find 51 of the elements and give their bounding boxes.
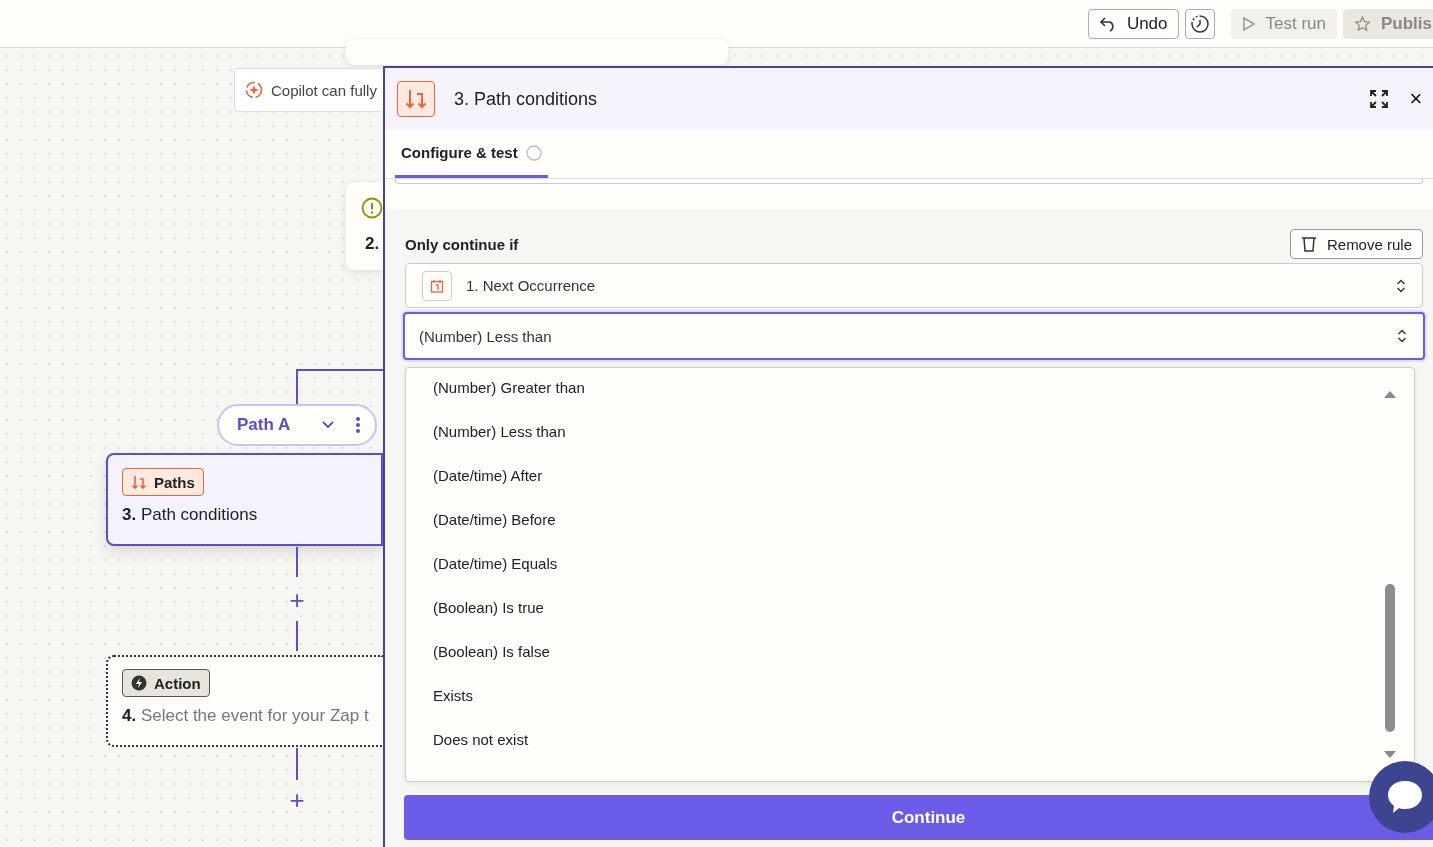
condition-select[interactable]: (Number) Less than bbox=[403, 312, 1425, 360]
sort-icon bbox=[1397, 328, 1407, 344]
scroll-up-icon bbox=[1384, 390, 1396, 398]
trash-icon bbox=[1300, 236, 1317, 252]
continue-button[interactable]: Continue bbox=[404, 795, 1433, 840]
status-circle-icon bbox=[525, 144, 542, 161]
dropdown-option[interactable]: (Date/time) Before bbox=[433, 498, 1414, 542]
tab[interactable]: Configure & test bbox=[395, 130, 548, 178]
dropdown-option[interactable]: (Number) Greater than bbox=[433, 382, 1414, 410]
dropdown-option[interactable]: (Boolean) Is false bbox=[433, 630, 1414, 674]
more-icon bbox=[355, 416, 361, 434]
paths-icon bbox=[131, 474, 147, 490]
chevron-down-icon bbox=[321, 420, 335, 430]
add-step-button[interactable]: + bbox=[287, 787, 307, 813]
dropdown-option[interactable]: (Date/time) Equals bbox=[433, 542, 1414, 586]
action-step-card[interactable]: Action 4. Select the event for your Zap t bbox=[106, 655, 383, 747]
step-title: 3. Path conditions bbox=[122, 505, 259, 525]
star-icon bbox=[1354, 13, 1371, 34]
add-step-button[interactable]: + bbox=[287, 587, 307, 613]
copilot-text: Copilot can fully bbox=[271, 81, 377, 99]
badge-label: Paths bbox=[154, 473, 195, 491]
close-button[interactable]: × bbox=[1405, 86, 1427, 112]
step-number: 2. bbox=[365, 234, 380, 254]
undo-button[interactable]: Undo bbox=[1087, 8, 1179, 39]
scrollbar-thumb[interactable] bbox=[1385, 584, 1395, 732]
undo-icon bbox=[1098, 15, 1117, 32]
dropdown-option[interactable]: Exists bbox=[433, 674, 1414, 718]
step-title: 4. Select the event for your Zap t bbox=[122, 706, 369, 726]
dropdown-option[interactable]: (Number) Less than bbox=[433, 410, 1414, 454]
field-select[interactable]: 1. Next Occurrence bbox=[405, 263, 1423, 308]
calendar-icon bbox=[422, 270, 452, 301]
rule-heading: Only continue if bbox=[405, 235, 519, 253]
lightning-icon bbox=[131, 675, 147, 691]
path-name: Path A bbox=[237, 415, 292, 435]
dropdown-option[interactable]: (Boolean) Is true bbox=[433, 586, 1414, 630]
panel-title: 3. Path conditions bbox=[454, 88, 599, 110]
badge-label: Action bbox=[154, 674, 201, 692]
play-icon bbox=[1241, 15, 1256, 32]
remove-rule-button[interactable]: Remove rule bbox=[1289, 229, 1423, 259]
paths-icon bbox=[397, 81, 435, 117]
expand-icon[interactable] bbox=[1370, 90, 1388, 108]
warning-icon bbox=[361, 197, 383, 219]
history-icon bbox=[1189, 13, 1210, 34]
dropdown-option[interactable]: Does not exist bbox=[433, 718, 1414, 762]
scroll-down-icon bbox=[1384, 751, 1396, 759]
history-button[interactable] bbox=[1184, 8, 1215, 39]
sparkle-icon bbox=[245, 81, 263, 99]
dropdown-option[interactable]: (Date/time) After bbox=[433, 454, 1414, 498]
paths-step-card[interactable]: Paths 3. Path conditions bbox=[106, 453, 383, 546]
path-selector[interactable]: Path A bbox=[217, 404, 377, 446]
sort-icon bbox=[1396, 277, 1406, 294]
